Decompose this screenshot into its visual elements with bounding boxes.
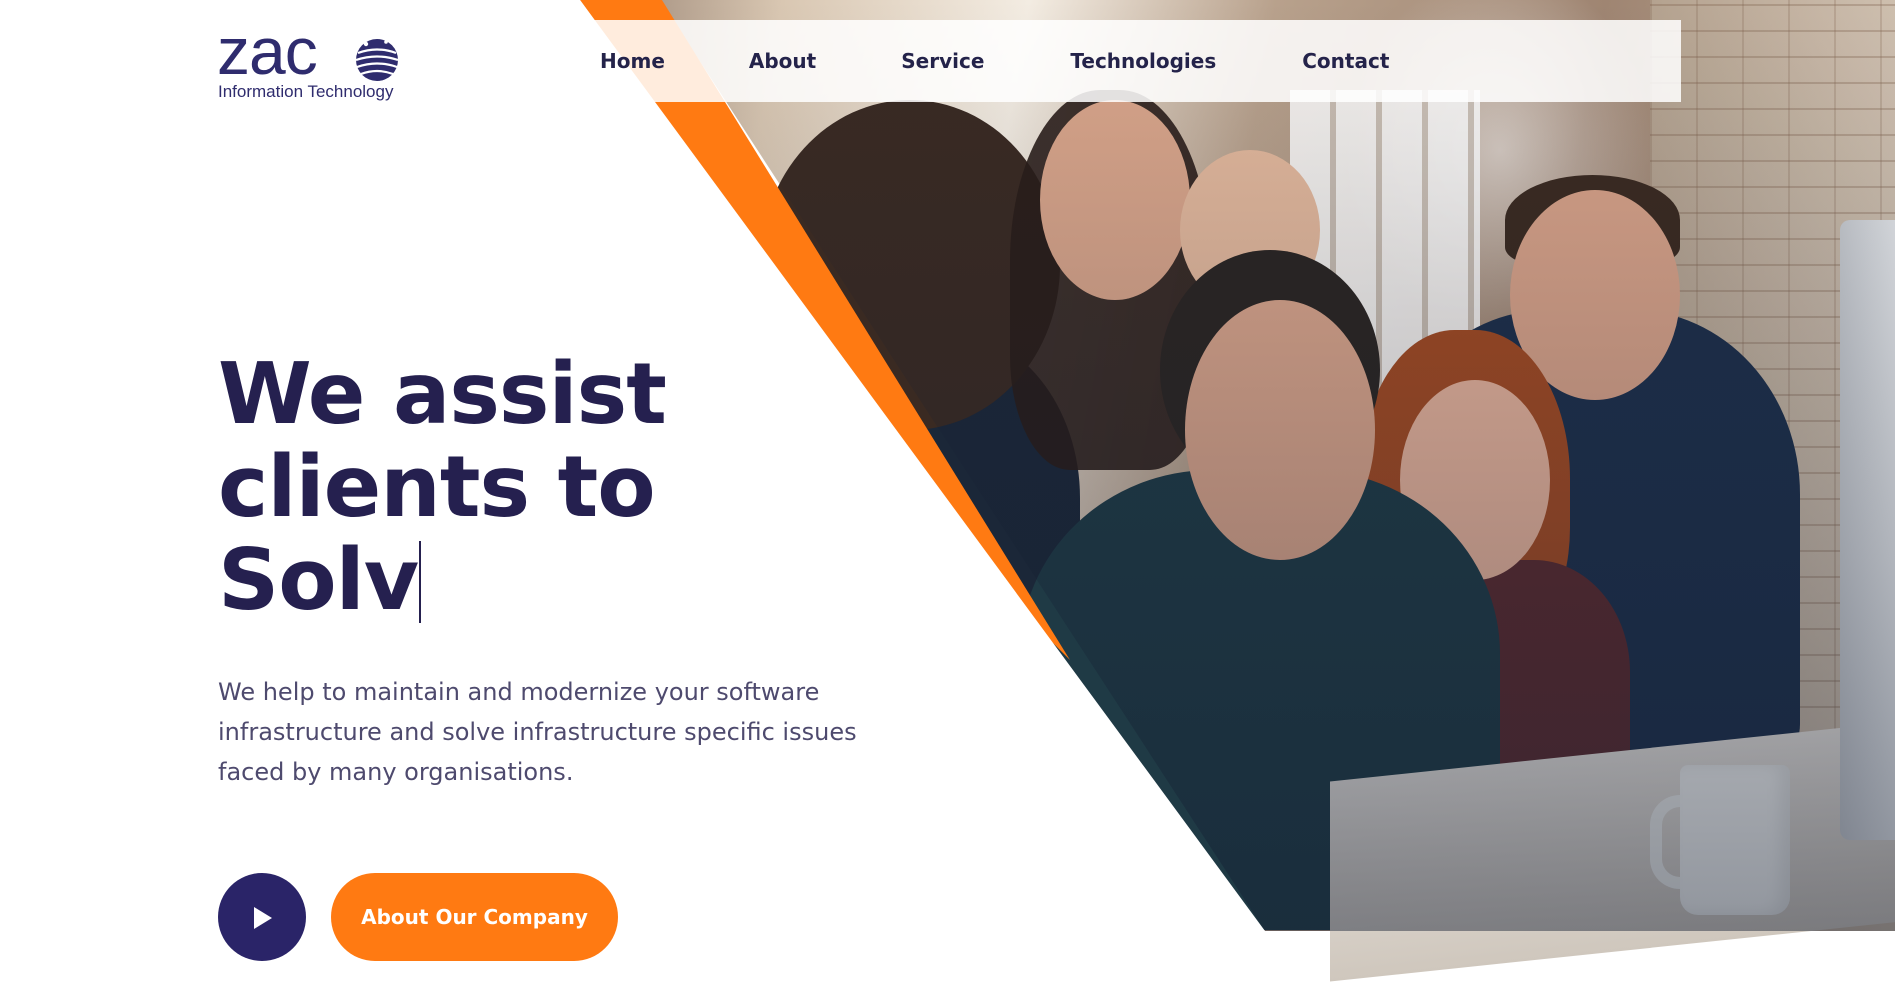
hero-description: We help to maintain and modernize your s… xyxy=(218,678,857,786)
logo-globe-icon xyxy=(355,39,399,81)
nav-item-service[interactable]: Service xyxy=(901,49,984,73)
play-video-button[interactable] xyxy=(218,873,306,961)
play-icon xyxy=(254,907,272,929)
logo[interactable]: zac Information Technology xyxy=(217,18,417,104)
nav-item-home[interactable]: Home xyxy=(600,49,665,73)
nav-item-technologies[interactable]: Technologies xyxy=(1070,49,1216,73)
about-company-button-label: About Our Company xyxy=(361,905,588,929)
hero-headline: We assist clients to Solv xyxy=(218,348,978,627)
headline-line-2: clients to xyxy=(218,438,656,537)
logo-subtitle: Information Technology xyxy=(218,82,394,101)
typing-caret xyxy=(419,541,422,623)
nav-item-about[interactable]: About xyxy=(749,49,816,73)
main-nav: Home About Service Technologies Contact xyxy=(558,20,1681,102)
headline-line-3: Solv xyxy=(218,531,419,630)
headline-line-1: We assist xyxy=(218,345,667,444)
about-company-button[interactable]: About Our Company xyxy=(331,873,618,961)
nav-item-contact[interactable]: Contact xyxy=(1302,49,1389,73)
logo-wordmark: zac xyxy=(217,14,318,88)
